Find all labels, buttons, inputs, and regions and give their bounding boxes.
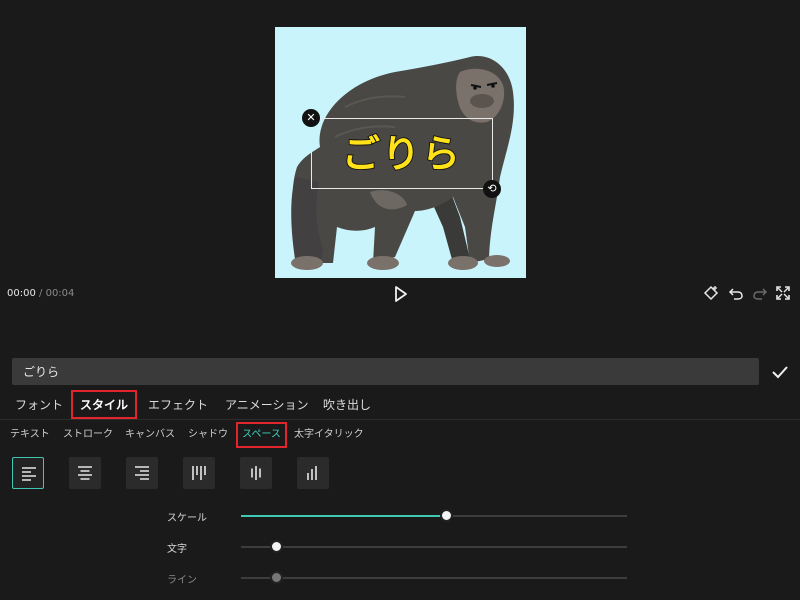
text-input[interactable] [12, 358, 759, 385]
redo-icon[interactable] [751, 284, 769, 302]
tab-font[interactable]: フォント [15, 393, 63, 419]
play-icon[interactable] [390, 284, 410, 304]
timecode: 00:00 / 00:04 [7, 288, 74, 299]
vertical-align-top-icon [192, 466, 206, 480]
align-left-icon [22, 467, 36, 481]
subtab-space[interactable]: スペース [236, 422, 287, 448]
tab-divider [0, 419, 800, 420]
rotate-icon[interactable]: ⟲ [483, 180, 501, 198]
line-spacing-slider-thumb[interactable] [269, 571, 283, 584]
subtab-text[interactable]: テキスト [10, 426, 50, 444]
subtab-stroke[interactable]: ストローク [63, 426, 113, 444]
align-left-button[interactable] [12, 457, 44, 489]
checkmark-icon[interactable] [770, 362, 790, 382]
tab-animation[interactable]: アニメーション [225, 393, 309, 419]
vertical-align-top-button[interactable] [183, 457, 215, 489]
fullscreen-icon[interactable] [774, 284, 792, 302]
scale-slider-thumb[interactable] [439, 509, 453, 522]
character-spacing-slider-thumb[interactable] [269, 540, 283, 553]
text-bounding-box[interactable]: ごりら [311, 118, 493, 189]
scale-slider-fill [241, 515, 446, 517]
subtab-shadow[interactable]: シャドウ [188, 426, 228, 444]
keyframe-diamond-icon[interactable] [702, 284, 720, 302]
character-spacing-slider[interactable] [241, 540, 627, 553]
timecode-separator: / [39, 288, 43, 299]
align-right-button[interactable] [126, 457, 158, 489]
line-spacing-slider[interactable] [241, 571, 627, 584]
vertical-align-middle-icon [251, 466, 261, 480]
align-center-icon [78, 466, 92, 480]
align-center-button[interactable] [69, 457, 101, 489]
undo-icon[interactable] [727, 284, 745, 302]
total-time: 00:04 [45, 288, 75, 299]
tab-style[interactable]: スタイル [71, 390, 137, 419]
vertical-align-bottom-button[interactable] [297, 457, 329, 489]
vertical-align-bottom-icon [307, 466, 317, 480]
subtab-canvas[interactable]: キャンバス [125, 426, 175, 444]
slider-label-character-spacing: 文字 [167, 544, 187, 555]
current-time: 00:00 [7, 288, 36, 299]
slider-label-line-spacing: ライン [167, 575, 197, 586]
tab-effect[interactable]: エフェクト [148, 393, 208, 419]
overlay-text[interactable]: ごりら [312, 123, 492, 178]
tab-speech-balloon[interactable]: 吹き出し [323, 393, 371, 419]
subtab-bold-italic[interactable]: 太字イタリック [294, 426, 364, 444]
vertical-align-middle-button[interactable] [240, 457, 272, 489]
scale-slider[interactable] [241, 509, 627, 522]
close-icon[interactable]: ✕ [302, 109, 320, 127]
video-preview: ごりら ✕ ⟲ 00:00 / 00:04 [0, 0, 800, 345]
slider-label-scale: スケール [167, 513, 207, 524]
align-right-icon [135, 466, 149, 480]
